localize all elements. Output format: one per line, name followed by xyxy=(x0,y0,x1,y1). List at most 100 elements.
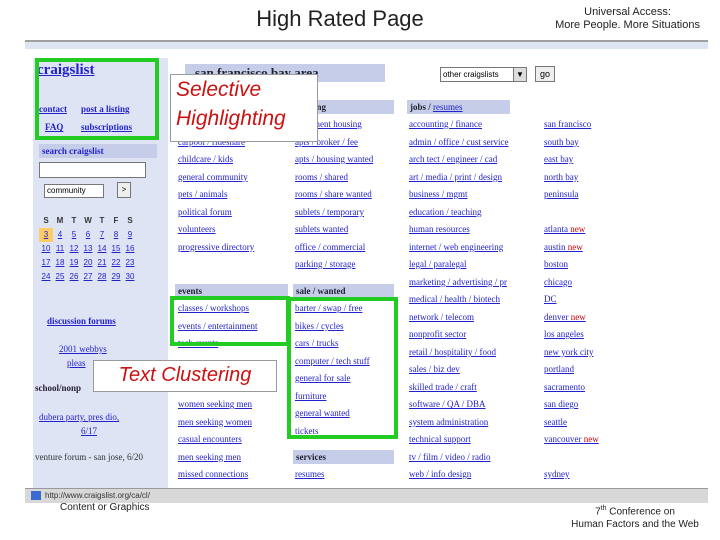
calendar-day[interactable]: 29 xyxy=(109,270,123,284)
select-arrow-icon[interactable]: ▼ xyxy=(513,67,527,82)
city-item[interactable]: sacramento xyxy=(544,379,624,397)
list-item[interactable]: men seeking men xyxy=(178,449,290,467)
city-item[interactable]: east bay xyxy=(544,151,624,169)
calendar-day[interactable]: 12 xyxy=(67,242,81,256)
list-item[interactable]: system administration xyxy=(409,414,533,432)
list-item[interactable]: men seeking women xyxy=(178,414,290,432)
list-item[interactable]: marketing / advertising / pr xyxy=(409,274,533,292)
list-item[interactable]: rooms / shared xyxy=(295,169,395,187)
list-item[interactable]: accounting / finance xyxy=(409,116,533,134)
calendar-day[interactable]: 25 xyxy=(53,270,67,284)
list-item[interactable]: medical / health / biotech xyxy=(409,291,533,309)
city-item[interactable]: san francisco xyxy=(544,116,624,134)
list-item[interactable]: internet / web engineering xyxy=(409,239,533,257)
city-item[interactable]: sydney xyxy=(544,466,624,484)
list-item[interactable]: apts / housing wanted xyxy=(295,151,395,169)
webbys-link[interactable]: 2001 webbys xyxy=(59,344,107,354)
calendar-day[interactable]: 20 xyxy=(81,256,95,270)
list-item[interactable]: sublets / temporary xyxy=(295,204,395,222)
calendar-day[interactable]: 26 xyxy=(67,270,81,284)
city-item[interactable]: vancouver new xyxy=(544,431,624,449)
highlight-box-nav xyxy=(35,58,159,140)
calendar-day[interactable]: 28 xyxy=(95,270,109,284)
list-item[interactable]: nonprofit sector xyxy=(409,326,533,344)
list-item[interactable]: retail / hospitality / food xyxy=(409,344,533,362)
list-item[interactable]: casual encounters xyxy=(178,431,290,449)
list-item[interactable]: sales / biz dev xyxy=(409,361,533,379)
calendar-day[interactable]: 5 xyxy=(67,228,81,242)
list-item[interactable]: general community xyxy=(178,169,290,187)
city-item[interactable]: portland xyxy=(544,361,624,379)
search-input[interactable] xyxy=(39,162,146,178)
calendar-day[interactable]: 7 xyxy=(95,228,109,242)
list-item[interactable]: tv / film / video / radio xyxy=(409,449,533,467)
calendar-day[interactable]: 11 xyxy=(53,242,67,256)
city-item[interactable]: chicago xyxy=(544,274,624,292)
calendar-day[interactable]: 30 xyxy=(123,270,137,284)
calendar-day[interactable]: 17 xyxy=(39,256,53,270)
list-item[interactable]: admin / office / cust service xyxy=(409,134,533,152)
city-item[interactable]: denver new xyxy=(544,309,624,327)
list-item[interactable]: technical support xyxy=(409,431,533,449)
list-item[interactable]: political forum xyxy=(178,204,290,222)
list-item[interactable]: missed connections xyxy=(178,466,290,484)
city-item[interactable]: austin new xyxy=(544,239,624,257)
city-item[interactable]: north bay xyxy=(544,169,624,187)
calendar-day[interactable]: 21 xyxy=(95,256,109,270)
list-item[interactable]: office / commercial xyxy=(295,239,395,257)
list-item[interactable]: education / teaching xyxy=(409,204,533,222)
city-item[interactable]: boston xyxy=(544,256,624,274)
calendar-day[interactable]: 23 xyxy=(123,256,137,270)
calendar-day[interactable]: 13 xyxy=(81,242,95,256)
calendar-day[interactable]: 4 xyxy=(53,228,67,242)
list-item[interactable]: legal / paralegal xyxy=(409,256,533,274)
calendar-day[interactable]: 9 xyxy=(123,228,137,242)
city-item[interactable]: peninsula xyxy=(544,186,624,204)
search-go-button[interactable]: > xyxy=(117,182,131,198)
please-link[interactable]: pleas xyxy=(67,358,86,368)
list-item[interactable]: business / mgmt xyxy=(409,186,533,204)
other-craigslists-select[interactable]: other craigslists xyxy=(440,67,524,82)
calendar-day[interactable]: 14 xyxy=(95,242,109,256)
calendar-day[interactable]: 18 xyxy=(53,256,67,270)
list-item[interactable]: resumes xyxy=(295,466,395,484)
city-item[interactable]: DC xyxy=(544,291,624,309)
calendar-day[interactable]: 19 xyxy=(67,256,81,270)
city-item[interactable]: san diego xyxy=(544,396,624,414)
city-item[interactable]: los angeles xyxy=(544,326,624,344)
calendar-day[interactable]: 16 xyxy=(123,242,137,256)
list-item[interactable]: web / info design xyxy=(409,466,533,484)
discussion-forums-link[interactable]: discussion forums xyxy=(47,316,116,326)
other-go-button[interactable]: go xyxy=(535,66,555,82)
city-item[interactable]: new york city xyxy=(544,344,624,362)
list-item[interactable]: art / media / print / design xyxy=(409,169,533,187)
calendar-day[interactable]: 24 xyxy=(39,270,53,284)
calendar-day[interactable]: 8 xyxy=(109,228,123,242)
party-link[interactable]: dubera party, pres dio, xyxy=(39,412,119,422)
list-item[interactable]: network / telecom xyxy=(409,309,533,327)
list-item[interactable]: pets / animals xyxy=(178,186,290,204)
city-item[interactable]: seattle xyxy=(544,414,624,432)
calendar-day[interactable]: 15 xyxy=(109,242,123,256)
list-item[interactable]: parking / storage xyxy=(295,256,395,274)
resumes-link[interactable]: resumes xyxy=(433,102,463,112)
city-item[interactable]: atlanta new xyxy=(544,221,624,239)
list-item[interactable]: sublets wanted xyxy=(295,221,395,239)
city-item xyxy=(544,449,624,467)
list-item[interactable]: arch tect / engineer / cad xyxy=(409,151,533,169)
list-item[interactable]: volunteers xyxy=(178,221,290,239)
list-item[interactable]: childcare / kids xyxy=(178,151,290,169)
list-item[interactable]: human resources xyxy=(409,221,533,239)
list-item[interactable]: progressive directory xyxy=(178,239,290,257)
list-item[interactable]: women seeking men xyxy=(178,396,290,414)
calendar-day[interactable]: 27 xyxy=(81,270,95,284)
list-item[interactable]: rooms / share wanted xyxy=(295,186,395,204)
calendar-day[interactable]: 10 xyxy=(39,242,53,256)
calendar-day[interactable]: 3 xyxy=(39,228,53,242)
list-item[interactable]: skilled trade / craft xyxy=(409,379,533,397)
search-category-select[interactable]: community xyxy=(44,184,104,198)
list-item[interactable]: software / QA / DBA xyxy=(409,396,533,414)
city-item[interactable]: south bay xyxy=(544,134,624,152)
calendar-day[interactable]: 6 xyxy=(81,228,95,242)
calendar-day[interactable]: 22 xyxy=(109,256,123,270)
